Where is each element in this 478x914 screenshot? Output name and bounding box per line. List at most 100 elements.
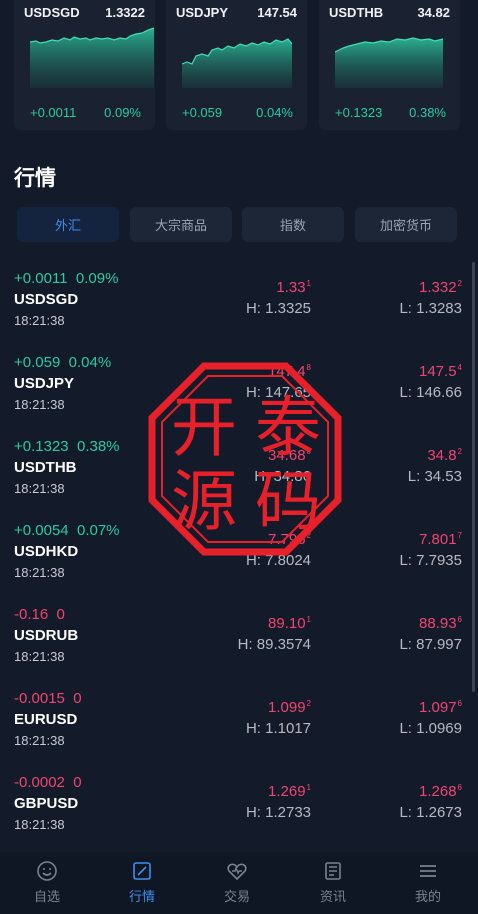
row-low: L: 34.53 bbox=[407, 468, 462, 485]
nav-item-trade[interactable]: 交易 bbox=[197, 860, 277, 905]
change-percent: 0.07% bbox=[76, 522, 120, 539]
row-symbol: USDTHB bbox=[14, 459, 77, 476]
market-card-usdsgd[interactable]: USDSGD 1.3322 +0.0011 0.09% bbox=[14, 0, 155, 130]
heart-pulse-icon bbox=[227, 863, 247, 881]
row-low: L: 1.0969 bbox=[399, 720, 462, 737]
ask-sup: 2 bbox=[457, 279, 462, 288]
ask-value: 7.801 bbox=[419, 531, 457, 548]
row-ask: 1.3322 bbox=[419, 279, 462, 296]
row-symbol: USDRUB bbox=[14, 627, 79, 644]
change-percent: 0.04% bbox=[68, 354, 112, 371]
row-time: 18:21:38 bbox=[14, 397, 65, 412]
row-bid: 7.7962 bbox=[268, 531, 311, 548]
scrollbar[interactable] bbox=[472, 262, 475, 692]
bid-sup: 1 bbox=[306, 783, 311, 792]
bid-sup: 1 bbox=[306, 615, 311, 624]
ask-sup: 6 bbox=[457, 615, 462, 624]
menu-icon bbox=[420, 865, 436, 877]
row-bid: 89.101 bbox=[268, 615, 311, 632]
row-low: L: 1.2673 bbox=[399, 804, 462, 821]
row-change: +0.1323 0.38% bbox=[14, 438, 120, 455]
row-ask: 88.936 bbox=[419, 615, 462, 632]
bid-value: 89.10 bbox=[268, 615, 306, 632]
nav-item-news[interactable]: 资讯 bbox=[293, 860, 373, 905]
row-symbol: EURUSD bbox=[14, 711, 78, 728]
card-symbol: USDSGD bbox=[24, 5, 80, 20]
change-value: +0.059 bbox=[14, 354, 61, 371]
change-value: -0.0015 bbox=[14, 690, 65, 707]
row-high: H: 34.86 bbox=[254, 468, 311, 485]
row-ask: 7.8017 bbox=[419, 531, 462, 548]
section-title: 行情 bbox=[14, 166, 56, 190]
row-bid: 147.48 bbox=[268, 363, 311, 380]
row-ask: 147.54 bbox=[419, 363, 462, 380]
row-time: 18:21:38 bbox=[14, 481, 65, 496]
ask-value: 88.93 bbox=[419, 615, 457, 632]
nav-item-market[interactable]: 行情 bbox=[102, 860, 182, 905]
row-low: L: 7.7935 bbox=[399, 552, 462, 569]
quote-row[interactable]: +0.059 0.04% USDJPY 18:21:38 147.48 147.54 H:… bbox=[0, 346, 478, 430]
quote-row[interactable]: +0.1323 0.38% USDTHB 18:21:38 34.688 34.82 H:… bbox=[0, 430, 478, 514]
change-value: -0.0002 bbox=[14, 774, 65, 791]
nav-label: 资讯 bbox=[319, 890, 346, 905]
bid-value: 1.33 bbox=[276, 279, 306, 296]
row-time: 18:21:38 bbox=[14, 649, 65, 664]
row-time: 18:21:38 bbox=[14, 313, 65, 328]
ask-value: 1.097 bbox=[419, 699, 457, 716]
change-value: -0.16 bbox=[14, 606, 49, 623]
row-change: -0.0015 0 bbox=[14, 690, 82, 707]
row-high: H: 147.65 bbox=[245, 384, 311, 401]
nav-item-watchlist[interactable]: 自选 bbox=[7, 860, 87, 905]
card-percent: 0.09% bbox=[104, 105, 141, 120]
change-value: +0.0054 bbox=[14, 522, 69, 539]
market-card-usdthb[interactable]: USDTHB 34.82 +0.1323 0.38% bbox=[319, 0, 460, 130]
row-change: -0.16 0 bbox=[14, 606, 65, 623]
bid-sup: 1 bbox=[306, 279, 311, 288]
quote-row[interactable]: +0.0054 0.07% USDHKD 18:21:38 7.7962 7.8017 H… bbox=[0, 514, 478, 598]
row-ask: 1.2686 bbox=[419, 783, 462, 800]
news-icon bbox=[325, 862, 341, 880]
sparkline-chart bbox=[335, 37, 443, 88]
sparkline-chart bbox=[30, 27, 154, 88]
row-low: L: 146.66 bbox=[399, 384, 462, 401]
quote-row[interactable]: +0.0011 0.09% USDSGD 18:21:38 1.331 1.3322 H:… bbox=[0, 262, 478, 346]
row-symbol: USDHKD bbox=[14, 543, 79, 560]
ask-value: 1.332 bbox=[419, 279, 457, 296]
ask-sup: 7 bbox=[457, 531, 462, 540]
smiley-icon bbox=[37, 861, 57, 881]
row-change: +0.0054 0.07% bbox=[14, 522, 120, 539]
nav-label: 自选 bbox=[33, 890, 60, 905]
card-symbol: USDJPY bbox=[176, 5, 229, 20]
row-time: 18:21:38 bbox=[14, 565, 65, 580]
tab-commodities[interactable]: 大宗商品 bbox=[130, 207, 232, 242]
ask-sup: 2 bbox=[457, 447, 462, 456]
market-card-usdjpy[interactable]: USDJPY 147.54 +0.059 0.04% bbox=[166, 0, 307, 130]
bid-value: 7.796 bbox=[268, 531, 306, 548]
row-change: +0.0011 0.09% bbox=[14, 270, 118, 287]
row-symbol: USDJPY bbox=[14, 375, 75, 392]
card-price: 34.82 bbox=[417, 5, 450, 20]
change-percent: 0.38% bbox=[76, 438, 120, 455]
tab-indices[interactable]: 指数 bbox=[242, 207, 344, 242]
row-low: L: 87.997 bbox=[399, 636, 462, 653]
row-bid: 1.331 bbox=[276, 279, 311, 296]
quote-row[interactable]: -0.16 0 USDRUB 18:21:38 89.101 88.936 H: 89.3… bbox=[0, 598, 478, 682]
bid-sup: 2 bbox=[306, 531, 311, 540]
row-time: 18:21:38 bbox=[14, 817, 65, 832]
tab-crypto[interactable]: 加密货币 bbox=[355, 207, 457, 242]
row-high: H: 89.3574 bbox=[237, 636, 311, 653]
row-bid: 34.688 bbox=[268, 447, 311, 464]
category-tabs: 外汇 大宗商品 指数 加密货币 bbox=[17, 207, 457, 243]
bid-sup: 2 bbox=[306, 699, 311, 708]
card-change: +0.059 bbox=[182, 105, 223, 120]
quote-row[interactable]: -0.0015 0 EURUSD 18:21:38 1.0992 1.0976 H: 1.… bbox=[0, 682, 478, 766]
row-high: H: 1.2733 bbox=[245, 804, 311, 821]
card-change: +0.0011 bbox=[30, 105, 77, 120]
nav-item-profile[interactable]: 我的 bbox=[388, 860, 468, 905]
row-high: H: 7.8024 bbox=[245, 552, 311, 569]
ask-sup: 6 bbox=[457, 699, 462, 708]
ask-value: 147.5 bbox=[419, 363, 457, 380]
quote-row[interactable]: -0.0002 0 GBPUSD 18:21:38 1.2691 1.2686 H: 1.… bbox=[0, 766, 478, 850]
tab-forex[interactable]: 外汇 bbox=[17, 207, 119, 242]
card-symbol: USDTHB bbox=[329, 5, 384, 20]
